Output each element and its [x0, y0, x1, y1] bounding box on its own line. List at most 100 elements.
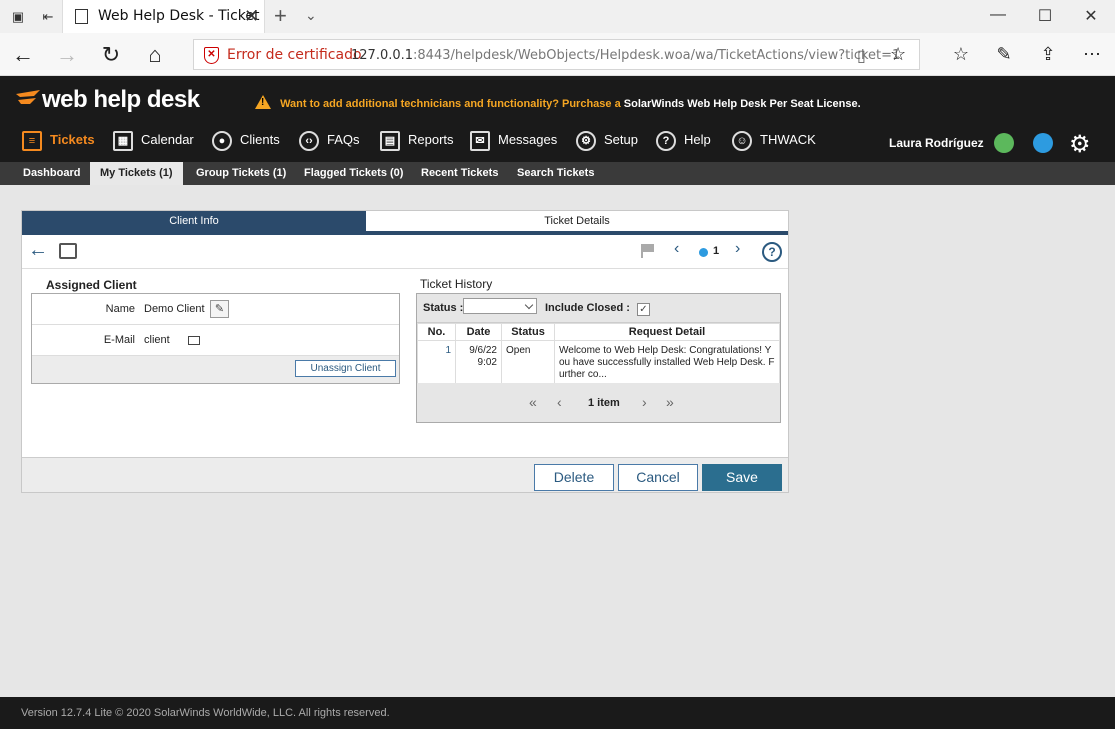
email-label: E-Mail: [103, 334, 135, 346]
nav-tickets[interactable]: ≡ Tickets: [22, 129, 95, 153]
ticket-history-title: Ticket History: [420, 277, 493, 291]
next-ticket-chevron-icon[interactable]: ›: [735, 240, 740, 258]
messages-envelope-icon: ✉: [470, 130, 490, 151]
nav-messages[interactable]: ✉ Messages: [470, 129, 557, 153]
maximize-icon[interactable]: ☐: [1035, 6, 1055, 26]
nav-thwack[interactable]: ☺ THWACK: [732, 129, 816, 153]
subnav-dashboard[interactable]: Dashboard: [13, 162, 90, 185]
nav-setup[interactable]: ⚙ Setup: [576, 129, 638, 153]
share-icon[interactable]: ⇪: [1036, 44, 1060, 65]
include-closed-label: Include Closed :: [545, 302, 630, 314]
certificate-error-text[interactable]: Error de certificado: [227, 47, 362, 63]
nav-clients[interactable]: ● Clients: [212, 129, 280, 153]
col-date[interactable]: Date: [455, 323, 502, 341]
ticket-date: 9/6/22 9:02: [455, 340, 502, 386]
setup-gear-icon: ⚙: [576, 130, 596, 151]
minimize-icon[interactable]: —: [988, 6, 1008, 24]
clients-icon: ●: [212, 130, 232, 151]
unassign-client-button[interactable]: Unassign Client: [295, 360, 396, 377]
profile-icon[interactable]: [1033, 133, 1053, 153]
next-page-icon[interactable]: ›: [642, 394, 647, 410]
status-badge-icon[interactable]: [994, 133, 1014, 153]
nav-help[interactable]: ? Help: [656, 129, 711, 153]
table-row[interactable]: 1 9/6/22 9:02 Open Welcome to Web Help De…: [417, 340, 780, 386]
name-label: Name: [105, 303, 135, 315]
forward-arrow-icon[interactable]: →: [53, 41, 81, 69]
subnav-recent-tickets[interactable]: Recent Tickets: [411, 162, 508, 185]
assigned-client-title: Assigned Client: [46, 278, 137, 292]
app-footer: Version 12.7.4 Lite © 2020 SolarWinds Wo…: [0, 697, 1115, 729]
client-email-row: E-Mail client: [32, 325, 399, 356]
app-logo[interactable]: web help desk: [42, 86, 200, 114]
col-no[interactable]: No.: [417, 323, 456, 341]
browser-tab[interactable]: Web Help Desk - Ticket ✕: [62, 0, 265, 33]
faqs-icon: ‹›: [299, 130, 319, 151]
tickets-list-icon: ≡: [22, 130, 42, 151]
subnav-flagged-tickets[interactable]: Flagged Tickets (0): [294, 162, 413, 185]
subnav-my-tickets[interactable]: My Tickets (1): [90, 162, 183, 185]
pager-dot-icon: [699, 248, 708, 257]
tab-list-chevron-icon[interactable]: ⌄: [305, 7, 317, 24]
web-note-icon[interactable]: ✎: [992, 44, 1016, 65]
reading-view-icon[interactable]: ▯: [857, 46, 866, 66]
home-icon[interactable]: ⌂: [141, 41, 169, 69]
tab-client-info[interactable]: Client Info: [22, 211, 366, 231]
print-icon[interactable]: [59, 243, 77, 259]
tab-ticket-details[interactable]: Ticket Details: [366, 211, 788, 231]
col-status[interactable]: Status: [501, 323, 555, 341]
tab-actions-icon[interactable]: ▣: [10, 9, 26, 25]
first-page-icon[interactable]: «: [529, 394, 537, 410]
back-tabs-icon[interactable]: ⇤: [40, 9, 56, 25]
favorites-hub-icon[interactable]: ☆: [949, 44, 973, 65]
include-closed-checkbox[interactable]: ✓: [637, 303, 650, 316]
delete-button[interactable]: Delete: [534, 464, 614, 491]
app-header: web help desk Want to add additional tec…: [0, 76, 1115, 162]
warning-icon: [255, 95, 271, 109]
subnav-group-tickets[interactable]: Group Tickets (1): [186, 162, 296, 185]
previous-page-icon[interactable]: ‹: [557, 394, 562, 410]
tab-title: Web Help Desk - Ticket: [98, 8, 260, 24]
client-box-footer: Unassign Client: [32, 356, 399, 383]
previous-ticket-chevron-icon[interactable]: ‹: [674, 240, 679, 258]
close-window-icon[interactable]: ✕: [1081, 6, 1101, 26]
certificate-error-icon[interactable]: ✕: [204, 47, 219, 64]
save-button[interactable]: Save: [702, 464, 782, 491]
ticket-request-detail[interactable]: Welcome to Web Help Desk: Congratulation…: [554, 340, 780, 386]
help-icon: ?: [656, 130, 676, 151]
cancel-button[interactable]: Cancel: [618, 464, 698, 491]
ticket-actions: Delete Cancel Save: [22, 457, 788, 492]
browser-titlebar: ▣ ⇤ Web Help Desk - Ticket ✕ + ⌄ — ☐ ✕: [0, 0, 1115, 33]
calendar-icon: ▦: [113, 130, 133, 151]
url-text[interactable]: 127.0.0.1:8443/helpdesk/WebObjects/Helpd…: [351, 48, 900, 63]
subnav-search-tickets[interactable]: Search Tickets: [507, 162, 604, 185]
nav-calendar[interactable]: ▦ Calendar: [113, 129, 194, 153]
client-name-value: Demo Client: [144, 303, 205, 315]
ticket-toolbar: ← ‹ 1 › ?: [22, 235, 788, 269]
client-name-row: Name Demo Client ✎: [32, 294, 399, 325]
status-filter-select[interactable]: [463, 298, 537, 314]
promo-banner[interactable]: Want to add additional technicians and f…: [255, 93, 861, 110]
user-name[interactable]: Laura Rodríguez: [889, 136, 984, 150]
thwack-icon: ☺: [732, 130, 752, 151]
close-tab-icon[interactable]: ✕: [244, 6, 259, 27]
mail-envelope-icon[interactable]: [188, 336, 200, 345]
more-icon[interactable]: ⋯: [1080, 44, 1104, 65]
nav-reports[interactable]: ▤ Reports: [380, 129, 454, 153]
col-request-detail[interactable]: Request Detail: [554, 323, 780, 341]
flag-icon[interactable]: [641, 244, 655, 258]
help-circle-icon[interactable]: ?: [762, 242, 782, 262]
ticket-number-link[interactable]: 1: [417, 340, 456, 386]
new-tab-icon[interactable]: +: [274, 3, 287, 29]
address-bar[interactable]: ✕ Error de certificado 127.0.0.1:8443/he…: [193, 39, 920, 70]
footer-copyright: Version 12.7.4 Lite © 2020 SolarWinds Wo…: [21, 707, 390, 719]
last-page-icon[interactable]: »: [666, 394, 674, 410]
settings-gear-icon[interactable]: ⚙: [1069, 130, 1091, 159]
favorite-star-icon[interactable]: ☆: [890, 44, 906, 65]
nav-faqs[interactable]: ‹› FAQs: [299, 129, 360, 153]
ticket-tabs: Client Info Ticket Details: [22, 211, 788, 235]
status-filter-label: Status :: [423, 302, 464, 314]
edit-pencil-icon[interactable]: ✎: [210, 300, 229, 318]
back-arrow-icon[interactable]: ←: [28, 239, 48, 262]
back-arrow-icon[interactable]: ←: [9, 41, 37, 69]
refresh-icon[interactable]: ↻: [97, 41, 125, 69]
